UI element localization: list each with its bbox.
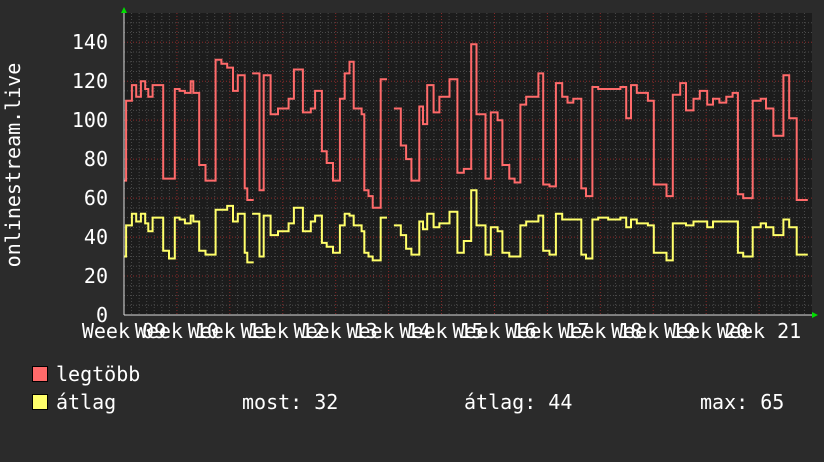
- y-tick-label: 140: [72, 30, 108, 54]
- legend-avg-label: átlag: [56, 390, 117, 414]
- x-tick-label: Week 21: [717, 319, 801, 343]
- y-axis-ticks: 020406080100120140: [72, 30, 108, 327]
- legend-avg-swatch: [32, 394, 48, 410]
- y-tick-label: 40: [84, 225, 108, 249]
- y-axis-arrow: [121, 7, 127, 13]
- y-tick-label: 60: [84, 186, 108, 210]
- y-axis-label: onlinestream.live: [1, 63, 25, 268]
- y-tick-label: 20: [84, 264, 108, 288]
- y-tick-label: 80: [84, 147, 108, 171]
- y-tick-label: 120: [72, 69, 108, 93]
- stat-average: átlag: 44: [464, 390, 573, 414]
- legend-max-label: legtöbb: [56, 362, 141, 386]
- plot-background: [124, 13, 812, 315]
- y-tick-label: 100: [72, 108, 108, 132]
- legend-avg: átlag: [32, 390, 116, 414]
- x-axis-ticks: Week 09Week 10Week 11Week 12Week 13Week …: [82, 319, 801, 343]
- stat-now: most: 32: [242, 390, 339, 414]
- x-axis-arrow: [812, 312, 818, 318]
- legend-max-swatch: [32, 366, 48, 382]
- stat-max: max: 65: [700, 390, 785, 414]
- legend-max: legtöbb: [32, 362, 140, 386]
